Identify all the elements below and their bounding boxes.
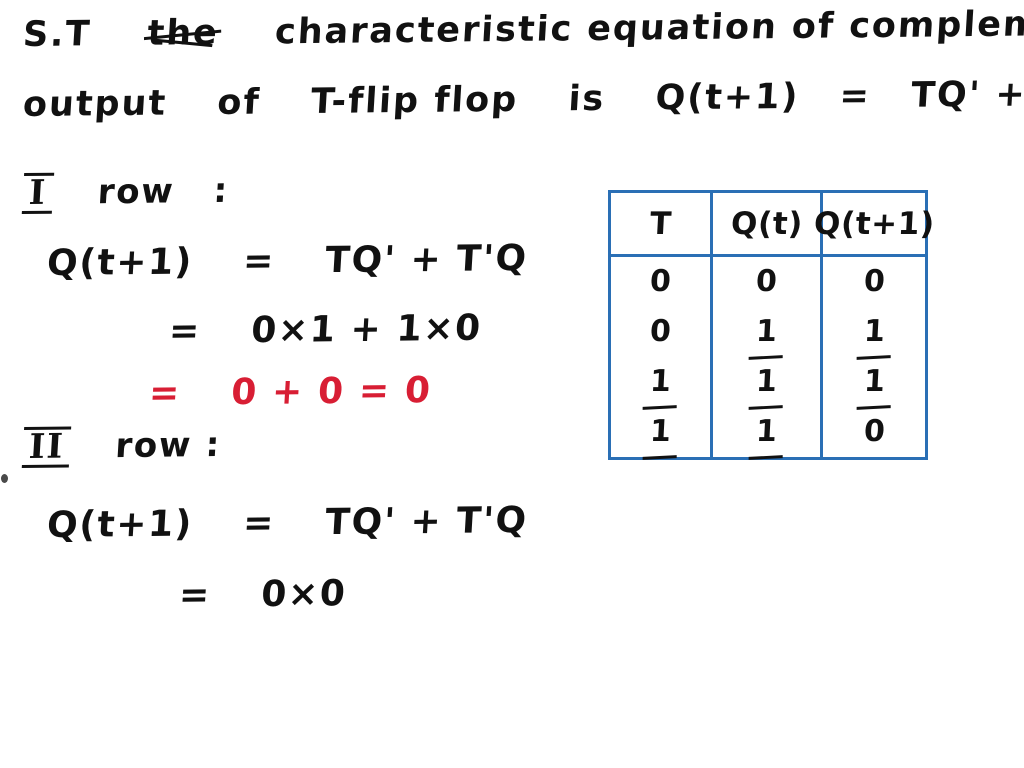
truth-table-column-qt1: 0 1 1 0 bbox=[823, 257, 925, 457]
roman-numeral-ii: II bbox=[27, 426, 66, 467]
table-cell: 0 bbox=[649, 314, 672, 349]
ink-smudge bbox=[1, 474, 8, 483]
table-cell: 0 bbox=[862, 264, 886, 299]
problem-word-output: output bbox=[21, 83, 169, 125]
ii-row-eq2-rhs: 0×0 bbox=[260, 573, 348, 616]
truth-table-header-row: T Q(t) Q(t+1) bbox=[611, 193, 936, 257]
table-cell: 0 bbox=[862, 414, 886, 449]
problem-word-of: of bbox=[216, 82, 262, 123]
truth-table-header-cell-t: T bbox=[611, 193, 713, 254]
ii-row-eq1-op: = bbox=[241, 502, 277, 544]
ii-row-eq1-lhs: Q(t+1) bbox=[45, 503, 195, 546]
header-label-qt: Q(t) bbox=[729, 205, 804, 242]
section-label-ii: II row : bbox=[26, 424, 223, 467]
problem-equation-lhs: Q(t+1) bbox=[654, 76, 801, 119]
ii-row-equation-2: = 0×0 bbox=[177, 573, 348, 616]
i-row-eq1-rhs: TQ' + T'Q bbox=[324, 237, 529, 282]
section-label-i-word: row bbox=[96, 171, 176, 213]
struck-word: the bbox=[146, 12, 220, 54]
problem-equation-equals: = bbox=[838, 76, 873, 117]
table-cell: 1 bbox=[649, 407, 672, 457]
problem-equation-rhs: TQ' + T'Q bbox=[909, 74, 1024, 116]
table-cell: 1 bbox=[755, 407, 778, 457]
truth-table-body: 0 0 1 1 0 1 1 1 0 1 1 0 bbox=[611, 257, 925, 457]
truth-table-header-cell-qt1: Q(t+1) bbox=[813, 193, 936, 254]
problem-statement-line-1: S.T the characteristic equation of compl… bbox=[21, 2, 1024, 55]
table-cell: 0 bbox=[649, 264, 672, 299]
section-label-ii-word: row bbox=[114, 425, 194, 467]
section-label-ii-colon: : bbox=[204, 424, 223, 466]
ii-row-equation-1: Q(t+1) = TQ' + T'Q bbox=[45, 499, 529, 546]
problem-prefix: S.T bbox=[21, 14, 93, 55]
problem-statement-rest: characteristic equation of complementary bbox=[273, 2, 1024, 53]
section-label-i: I row : bbox=[26, 170, 231, 213]
table-cell: 1 bbox=[649, 357, 672, 407]
i-row-eq2-rhs: 0×1 + 1×0 bbox=[250, 307, 483, 352]
i-row-eq3-rhs: 0 + 0 = 0 bbox=[230, 370, 433, 414]
i-row-eq3-op: = bbox=[147, 372, 183, 414]
ii-row-eq2-op: = bbox=[177, 574, 213, 616]
truth-table-header-cell-qt: Q(t) bbox=[713, 193, 823, 254]
table-cell: 1 bbox=[862, 307, 886, 357]
i-row-equation-3-result: = 0 + 0 = 0 bbox=[147, 370, 433, 414]
header-label-qt1: Q(t+1) bbox=[812, 205, 936, 242]
i-row-eq1-lhs: Q(t+1) bbox=[45, 241, 195, 284]
i-row-equation-1: Q(t+1) = TQ' + T'Q bbox=[45, 237, 529, 284]
table-cell: 1 bbox=[862, 357, 886, 407]
truth-table: T Q(t) Q(t+1) 0 0 1 1 0 1 1 1 0 1 1 0 bbox=[608, 190, 936, 460]
problem-statement-line-2: output of T-flip flop is Q(t+1) = TQ' + … bbox=[21, 74, 1024, 125]
ii-row-eq1-rhs: TQ' + T'Q bbox=[324, 499, 529, 544]
table-cell: 1 bbox=[755, 357, 778, 407]
truth-table-column-qt: 0 1 1 1 bbox=[713, 257, 823, 457]
i-row-eq2-op: = bbox=[167, 310, 203, 352]
problem-word-tflipflop: T-flip flop bbox=[309, 79, 520, 122]
header-label-t: T bbox=[648, 205, 673, 242]
table-cell: 0 bbox=[755, 264, 778, 299]
roman-numeral-i: I bbox=[27, 172, 48, 213]
worksheet-page: S.T the characteristic equation of compl… bbox=[0, 0, 1024, 768]
table-cell: 1 bbox=[755, 307, 778, 357]
i-row-eq1-op: = bbox=[241, 240, 277, 282]
i-row-equation-2: = 0×1 + 1×0 bbox=[167, 307, 483, 352]
problem-word-is: is bbox=[567, 78, 607, 120]
truth-table-column-t: 0 0 1 1 bbox=[611, 257, 713, 457]
section-label-i-colon: : bbox=[212, 170, 231, 212]
